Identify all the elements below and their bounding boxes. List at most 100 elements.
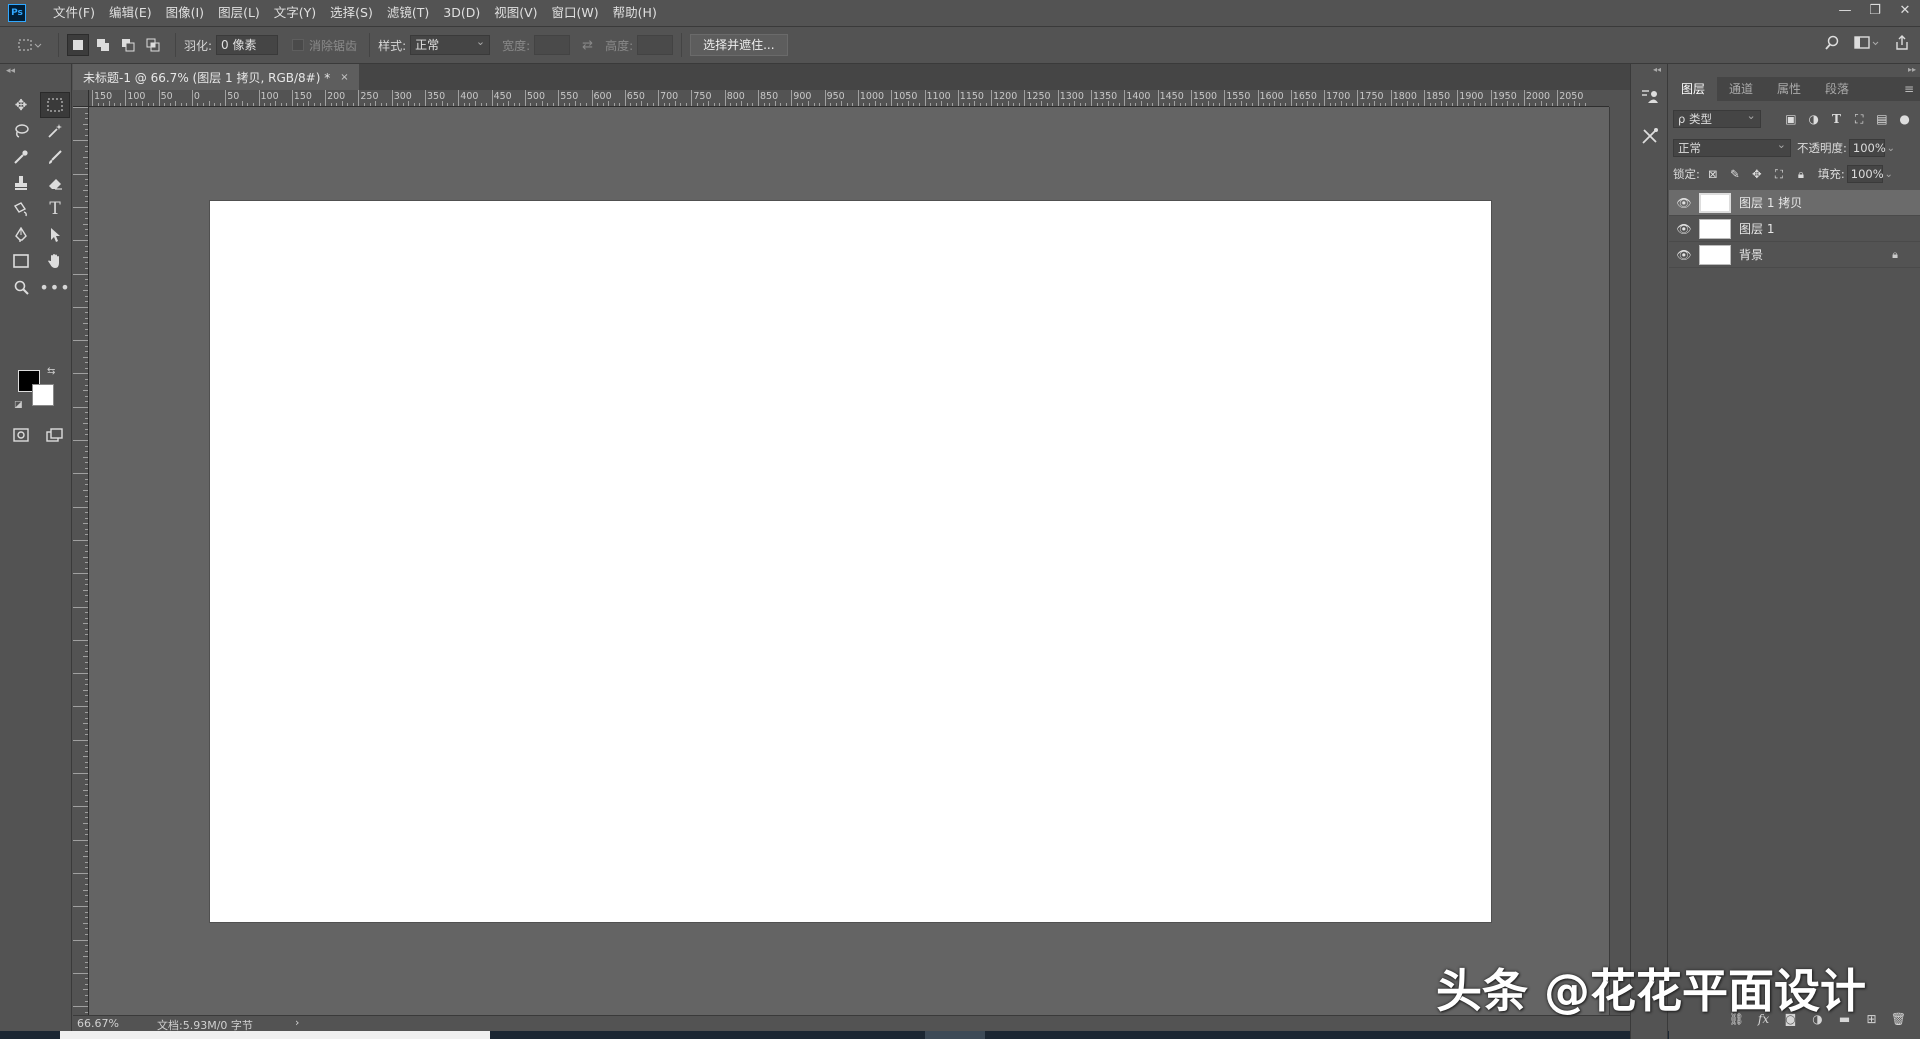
more-tools-icon[interactable]: ••• [39, 274, 70, 300]
filter-pixel-icon[interactable]: ▣ [1780, 112, 1803, 126]
panel-menu-icon[interactable]: ≡ [1904, 77, 1914, 101]
close-document-icon[interactable]: × [340, 72, 348, 83]
lock-transparent-icon[interactable]: ⊠ [1702, 167, 1724, 181]
expand-panels-icon[interactable]: ▸▸ [1908, 65, 1916, 74]
swap-colors-icon[interactable]: ⇆ [47, 366, 55, 377]
search-icon[interactable] [1824, 35, 1840, 51]
lock-position-icon[interactable]: ✥ [1746, 167, 1768, 181]
rectangle-tool-icon[interactable] [6, 248, 36, 274]
menu-view[interactable]: 视图(V) [487, 0, 544, 26]
menu-type[interactable]: 文字(Y) [267, 0, 323, 26]
magic-wand-tool-icon[interactable] [40, 118, 70, 144]
tool-preset-picker[interactable] [10, 37, 50, 53]
close-window-button[interactable]: ✕ [1890, 0, 1920, 20]
zoom-level[interactable]: 66.67% [77, 1017, 119, 1030]
intersect-selection-button[interactable] [142, 34, 164, 56]
feather-input[interactable]: 0 像素 [216, 35, 279, 55]
antialias-checkbox[interactable] [292, 39, 305, 51]
lock-pixels-icon[interactable]: ✎ [1724, 167, 1746, 181]
collapse-toolbar-icon[interactable]: ◂◂ [6, 66, 15, 76]
default-colors-icon[interactable]: ◪ [14, 400, 23, 410]
subtract-selection-button[interactable] [117, 34, 139, 56]
height-input[interactable] [637, 35, 674, 55]
ruler-tick [85, 861, 88, 863]
tab-layers[interactable]: 图层 [1669, 77, 1718, 101]
status-menu-icon[interactable]: › [295, 1016, 299, 1029]
visibility-eye-icon[interactable]: 👁︎ [1669, 196, 1699, 210]
ruler-tick [85, 650, 88, 652]
tab-properties[interactable]: 属性 [1765, 77, 1813, 101]
layer-row[interactable]: 👁︎ 背景 🔒︎ [1669, 242, 1920, 268]
pen-tool-icon[interactable] [6, 222, 36, 248]
document-canvas[interactable] [210, 201, 1491, 922]
share-icon[interactable] [1894, 35, 1910, 51]
filter-toggle-icon[interactable]: ● [1893, 112, 1916, 126]
vertical-scrollbar[interactable] [1609, 107, 1630, 1015]
add-selection-button[interactable] [92, 34, 114, 56]
zoom-tool-icon[interactable] [6, 274, 36, 300]
vertical-ruler[interactable] [73, 107, 89, 1015]
path-selection-tool-icon[interactable] [40, 222, 70, 248]
menu-window[interactable]: 窗口(W) [545, 0, 606, 26]
filter-smart-object-icon[interactable]: ▤ [1871, 112, 1894, 126]
ruler-minor-tick [1496, 103, 1498, 106]
filter-type-icon[interactable]: T [1825, 112, 1848, 126]
blend-mode-select[interactable]: 正常 [1673, 137, 1791, 157]
menu-edit[interactable]: 编辑(E) [102, 0, 159, 26]
ruler-minor-tick [397, 103, 399, 106]
layer-row[interactable]: 👁︎ 图层 1 拷贝 [1669, 190, 1920, 216]
opacity-dropdown-icon[interactable]: ⌄ [1885, 143, 1897, 154]
minimize-button[interactable]: — [1830, 0, 1860, 20]
filter-adjustment-icon[interactable]: ◑ [1802, 112, 1825, 126]
document-tab[interactable]: 未标题-1 @ 66.7% (图层 1 拷贝, RGB/8#) * × [73, 64, 359, 90]
taskbar-search[interactable] [60, 1031, 490, 1039]
horizontal-ruler[interactable]: 150 100 50 0 50 100 150 200 250 300 350 400 450 500 55… [89, 90, 1609, 107]
menu-help[interactable]: 帮助(H) [606, 0, 664, 26]
menu-image[interactable]: 图像(I) [159, 0, 211, 26]
restore-button[interactable]: ❐ [1860, 0, 1890, 20]
new-selection-button[interactable] [67, 34, 89, 56]
hand-tool-icon[interactable] [40, 248, 70, 274]
workspace-icon[interactable] [1854, 35, 1880, 51]
eraser-tool-icon[interactable] [40, 170, 70, 196]
quick-mask-icon[interactable] [6, 422, 36, 448]
taskbar-item[interactable] [925, 1031, 985, 1039]
lock-all-icon[interactable]: 🔒︎ [1790, 167, 1812, 182]
gradient-tool-icon[interactable] [6, 196, 36, 222]
brush-tool-icon[interactable] [40, 144, 70, 170]
menu-filter[interactable]: 滤镜(T) [380, 0, 436, 26]
menu-file[interactable]: 文件(F) [46, 0, 102, 26]
width-input[interactable] [534, 35, 571, 55]
visibility-eye-icon[interactable]: 👁︎ [1669, 248, 1699, 262]
menu-select[interactable]: 选择(S) [323, 0, 380, 26]
filter-kind-select[interactable]: ρ 类型 [1673, 108, 1761, 128]
background-color-swatch[interactable] [32, 384, 54, 406]
fill-dropdown-icon[interactable]: ⌄ [1883, 169, 1895, 180]
ruler-corner[interactable] [73, 90, 89, 107]
lock-artboard-icon[interactable]: ⛶ [1768, 167, 1790, 182]
type-tool-icon[interactable]: T [40, 196, 70, 222]
filter-shape-icon[interactable]: ⛶ [1848, 112, 1871, 127]
opacity-input[interactable]: 100% [1848, 139, 1886, 157]
history-panel-icon[interactable] [1640, 86, 1660, 106]
lasso-tool-icon[interactable] [6, 118, 36, 144]
menu-layer[interactable]: 图层(L) [211, 0, 267, 26]
tab-channels[interactable]: 通道 [1717, 77, 1765, 101]
eyedropper-tool-icon[interactable] [6, 144, 36, 170]
tab-paragraph[interactable]: 段落 [1813, 77, 1861, 101]
menu-3d[interactable]: 3D(D) [436, 0, 487, 26]
stamp-tool-icon[interactable] [6, 170, 36, 196]
select-and-mask-button[interactable]: 选择并遮住... [690, 34, 788, 56]
tools-panel-icon[interactable] [1640, 126, 1660, 146]
collapse-panels-icon[interactable]: ◂◂ [1653, 65, 1661, 74]
layer-lock-icon[interactable]: 🔒︎ [1892, 248, 1898, 262]
delete-layer-icon[interactable]: 🗑︎ [1885, 1012, 1912, 1026]
move-tool-icon[interactable]: ✥ [6, 92, 36, 118]
screen-mode-icon[interactable] [40, 422, 70, 448]
rect-marquee-tool-icon[interactable] [40, 92, 70, 118]
visibility-eye-icon[interactable]: 👁︎ [1669, 222, 1699, 236]
layer-row[interactable]: 👁︎ 图层 1 [1669, 216, 1920, 242]
swap-dimensions-icon[interactable]: ⇄ [582, 38, 593, 53]
style-select[interactable]: 正常 [410, 33, 491, 55]
fill-input[interactable]: 100% [1846, 165, 1884, 183]
